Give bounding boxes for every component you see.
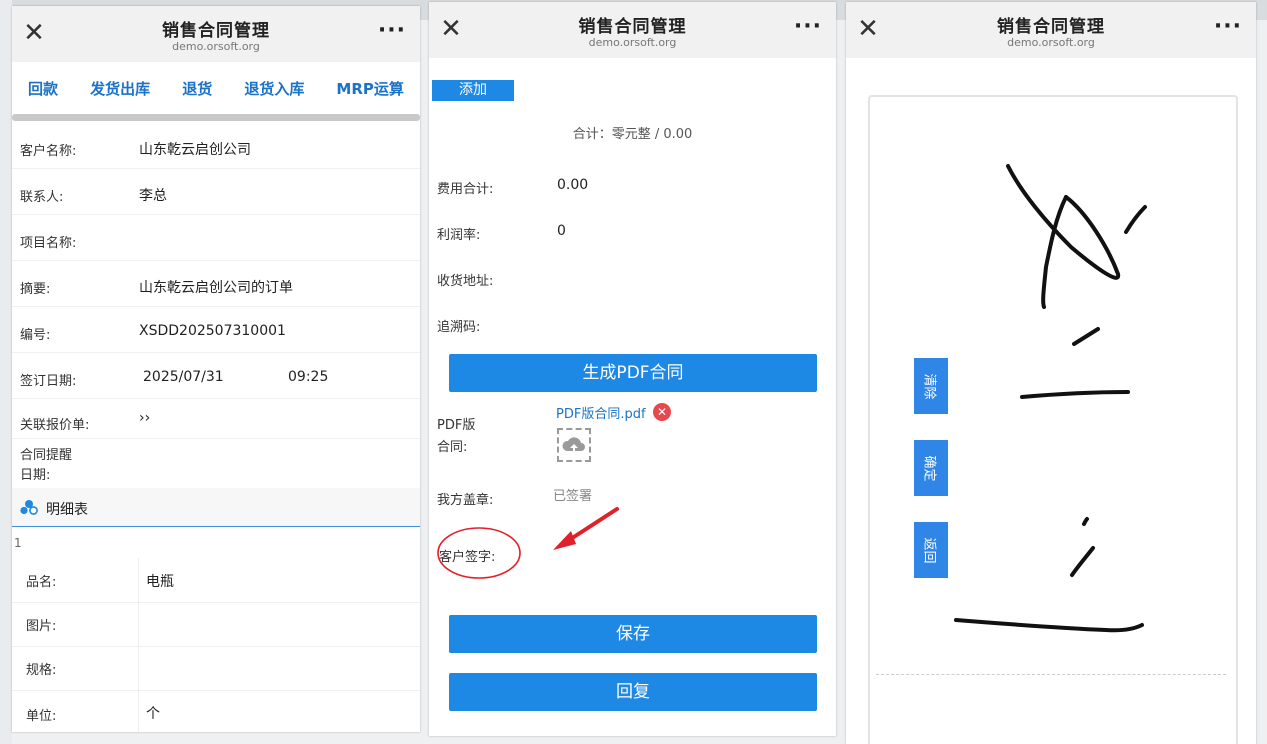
detail-product: 品名: 电瓶 (12, 558, 420, 602)
field-value[interactable]: 李总 (139, 185, 167, 205)
field-label: 日期: (20, 468, 51, 483)
divider (138, 691, 139, 732)
annotation-arrow-head (553, 531, 576, 550)
handwritten-signature (954, 164, 1147, 633)
page-title: 销售合同管理 (162, 21, 270, 41)
field-label: 摘要: (20, 282, 51, 297)
field-label: 规格: (26, 663, 57, 678)
field-value[interactable]: 电瓶 (146, 571, 174, 591)
field-value[interactable]: 个 (146, 703, 160, 723)
field-label: 关联报价单: (20, 418, 90, 433)
divider (138, 558, 139, 602)
action-tabs: 回款 发货出库 退货 退货入库 MRP运算 (12, 62, 420, 114)
item-index: 1 (14, 536, 22, 550)
field-label: 客户名称: (20, 144, 77, 159)
back-button[interactable]: 返回 (914, 522, 948, 578)
field-label: 单位: (26, 709, 57, 724)
field-label: 联系人: (20, 190, 64, 205)
page-domain: demo.orsoft.org (172, 40, 260, 53)
field-value[interactable]: 山东乾云启创公司的订单 (139, 277, 293, 297)
field-value[interactable]: XSDD202507310001 (139, 323, 286, 339)
field-label: 项目名称: (20, 236, 77, 251)
more-menu-icon[interactable]: ··· (378, 18, 406, 43)
field-number: 编号: XSDD202507310001 (12, 306, 420, 353)
detail-section-header[interactable]: 明细表 (12, 488, 420, 527)
tab-return-in[interactable]: 退货入库 (244, 78, 304, 99)
field-label: 合同提醒 (20, 448, 73, 463)
date-value[interactable]: 2025/07/31 (143, 369, 224, 385)
chevron-right-icon[interactable]: ›› (139, 410, 150, 426)
section-title: 明细表 (46, 502, 88, 518)
field-label: 编号: (20, 328, 51, 343)
field-project: 项目名称: (12, 214, 420, 261)
title-bar: ✕ 销售合同管理 demo.orsoft.org ··· (12, 6, 420, 62)
tab-payment[interactable]: 回款 (28, 78, 58, 99)
field-customer: 客户名称: 山东乾云启创公司 (12, 122, 420, 169)
confirm-button[interactable]: 确定 (914, 440, 948, 496)
field-reminder-date: 合同提醒 日期: (12, 438, 420, 489)
scroll-indicator (12, 114, 420, 121)
annotation-circle (437, 527, 521, 579)
field-label: 图片: (26, 619, 57, 634)
detail-unit: 单位: 个 (12, 690, 420, 732)
field-sign-date: 签订日期: 2025/07/31 09:25 (12, 352, 420, 399)
tab-mrp[interactable]: MRP运算 (336, 78, 403, 99)
save-button[interactable]: 保存 (449, 615, 817, 653)
detail-spec: 规格: (12, 646, 420, 691)
clear-button[interactable]: 清除 (914, 358, 948, 414)
detail-image: 图片: (12, 602, 420, 647)
field-value[interactable]: 山东乾云启创公司 (139, 139, 251, 159)
field-quote[interactable]: 关联报价单: ›› (12, 398, 420, 439)
field-label: 品名: (26, 575, 57, 590)
reply-button[interactable]: 回复 (449, 673, 817, 711)
tab-return[interactable]: 退货 (182, 78, 212, 99)
background-edge (0, 0, 12, 744)
divider (138, 603, 139, 647)
field-contact: 联系人: 李总 (12, 168, 420, 215)
tab-ship-out[interactable]: 发货出库 (90, 78, 150, 99)
contract-edit-panel: ✕ 销售合同管理 demo.orsoft.org ··· 添加 合计：零元整 /… (429, 2, 836, 736)
field-label: 签订日期: (20, 374, 77, 389)
field-summary: 摘要: 山东乾云启创公司的订单 (12, 260, 420, 307)
contract-detail-panel: ✕ 销售合同管理 demo.orsoft.org ··· 回款 发货出库 退货 … (12, 6, 420, 732)
signature-panel: ✕ 销售合同管理 demo.orsoft.org ··· 清除 确定 返回 (846, 2, 1256, 744)
time-value[interactable]: 09:25 (288, 369, 328, 385)
cluster-icon (20, 500, 38, 515)
divider (138, 647, 139, 691)
